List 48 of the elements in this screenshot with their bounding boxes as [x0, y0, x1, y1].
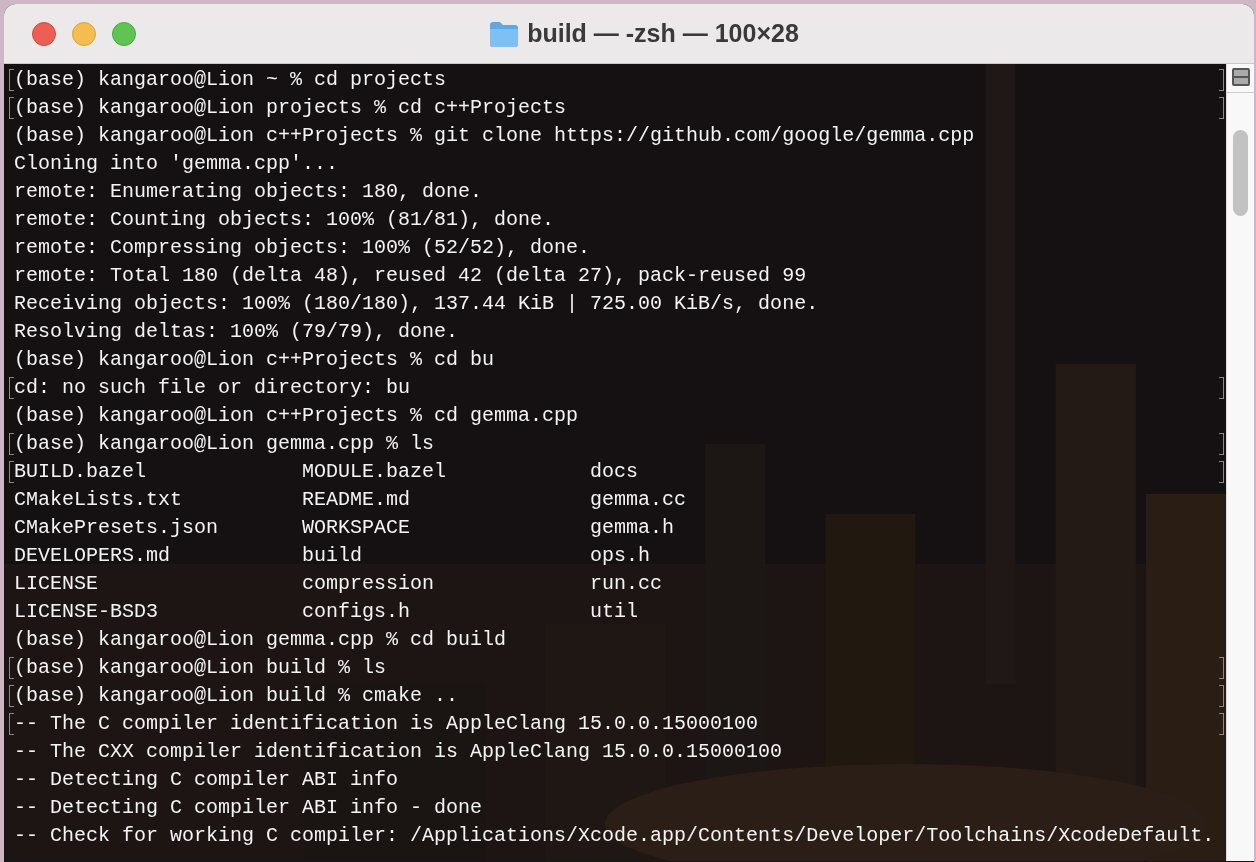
split-pane-icon[interactable]	[1231, 68, 1250, 86]
file-name: compression	[302, 571, 436, 597]
file-name: DEVELOPERS.md	[14, 543, 172, 569]
file-name: gemma.cc	[590, 487, 688, 513]
file-name: README.md	[302, 487, 412, 513]
file-name: docs	[590, 459, 640, 485]
minimize-button[interactable]	[72, 22, 96, 46]
file-name: BUILD.bazel	[14, 459, 148, 485]
zoom-button[interactable]	[112, 22, 136, 46]
terminal-line: (base) kangaroo@Lion gemma.cpp % ls	[14, 431, 435, 457]
file-name: run.cc	[590, 571, 664, 597]
file-name: configs.h	[302, 599, 412, 625]
file-name: WORKSPACE	[302, 515, 412, 541]
terminal-line: -- The CXX compiler identification is AppleClang 15.0.0.15000100	[14, 739, 783, 765]
folder-icon	[489, 20, 520, 47]
scrollbar[interactable]	[1226, 64, 1254, 861]
terminal-line: (base) kangaroo@Lion gemma.cpp % cd build	[14, 627, 507, 653]
file-name: util	[590, 599, 640, 625]
terminal-line: (base) kangaroo@Lion c++Projects % cd bu	[14, 347, 495, 373]
terminal-line: (base) kangaroo@Lion c++Projects % git clone https://github.com/google/gemma.cpp	[14, 123, 975, 149]
file-name: gemma.h	[590, 515, 676, 541]
terminal-line: -- Detecting C compiler ABI info	[14, 767, 399, 793]
terminal-line: Cloning into 'gemma.cpp'...	[14, 151, 339, 177]
window-title: build — -zsh — 100×28	[527, 17, 799, 49]
terminal-line: (base) kangaroo@Lion build % cmake ..	[14, 683, 459, 709]
terminal-line: (base) kangaroo@Lion c++Projects % cd gemma.cpp	[14, 403, 579, 429]
terminal-line: -- Detecting C compiler ABI info - done	[14, 795, 483, 821]
terminal-line: remote: Enumerating objects: 180, done.	[14, 179, 483, 205]
file-name: LICENSE	[14, 571, 99, 597]
file-name: ops.h	[590, 543, 652, 569]
terminal-line: cd: no such file or directory: bu	[14, 375, 411, 401]
terminal-line: -- Check for working C compiler: /Applications/Xcode.app/Contents/Developer/Toolchains/XcodeDefault.	[14, 823, 1215, 849]
close-button[interactable]	[32, 22, 56, 46]
terminal-line: (base) kangaroo@Lion ~ % cd projects	[14, 67, 447, 93]
terminal-line: Resolving deltas: 100% (79/79), done.	[14, 319, 459, 345]
terminal-line: (base) kangaroo@Lion build % ls	[14, 655, 387, 681]
file-name: CMakeLists.txt	[14, 487, 184, 513]
terminal-line: -- The C compiler identification is AppleClang 15.0.0.15000100	[14, 711, 759, 737]
terminal-line: remote: Compressing objects: 100% (52/52), done.	[14, 235, 591, 261]
terminal-line: remote: Counting objects: 100% (81/81), done.	[14, 207, 555, 233]
terminal-line: (base) kangaroo@Lion projects % cd c++Projects	[14, 95, 567, 121]
scroll-thumb[interactable]	[1233, 130, 1248, 216]
file-name: build	[302, 543, 364, 569]
terminal-line: Receiving objects: 100% (180/180), 137.44 KiB | 725.00 KiB/s, done.	[14, 291, 819, 317]
terminal-line: remote: Total 180 (delta 48), reused 42 (delta 27), pack-reused 99	[14, 263, 807, 289]
file-name: MODULE.bazel	[302, 459, 448, 485]
file-name: LICENSE-BSD3	[14, 599, 160, 625]
file-name: CMakePresets.json	[14, 515, 220, 541]
